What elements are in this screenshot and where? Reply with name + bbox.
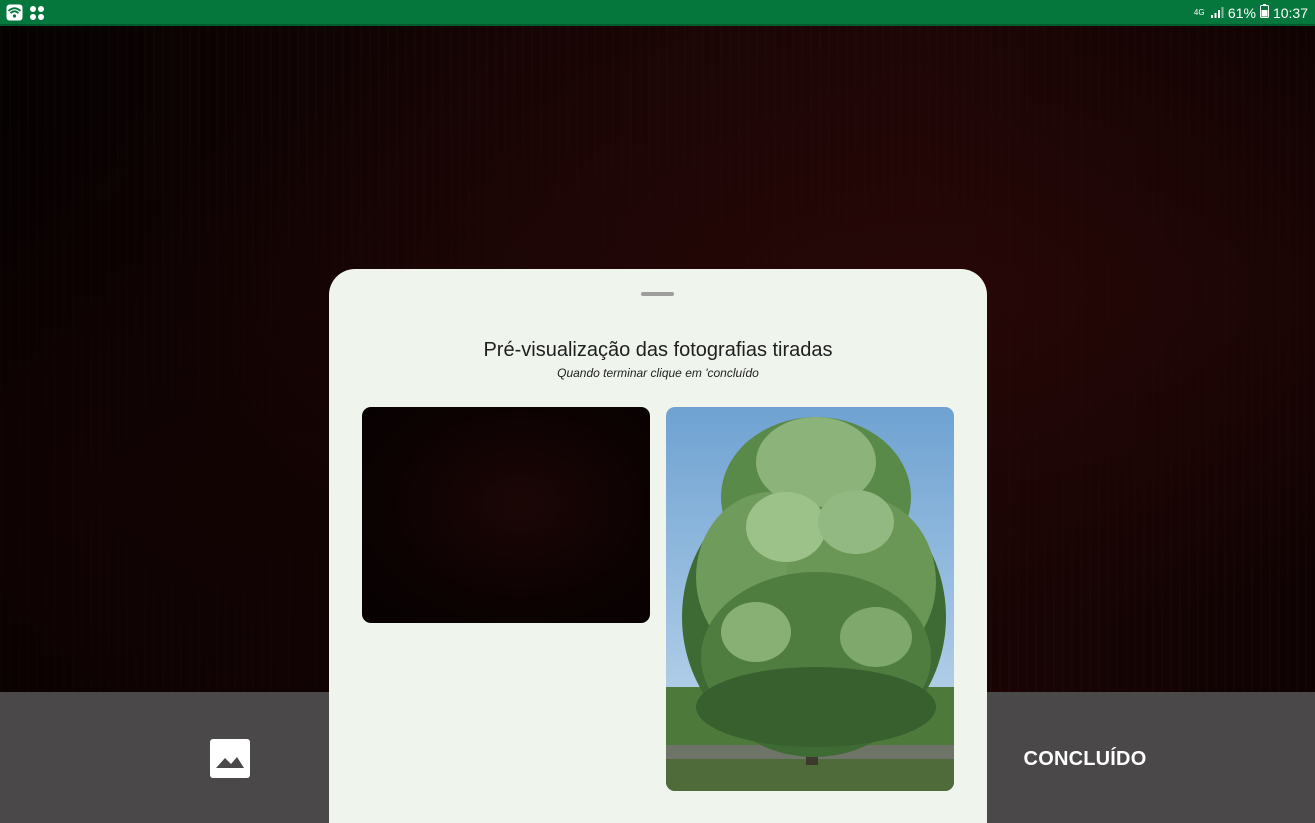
- network-label: 4G: [1193, 7, 1205, 17]
- network-4g-icon: 4G: [1193, 7, 1206, 17]
- drag-handle[interactable]: [641, 292, 674, 296]
- sheet-title: Pré-visualização das fotografias tiradas: [483, 339, 833, 361]
- photo-thumbnail-dark[interactable]: [362, 407, 650, 623]
- sheet-subtitle: Quando terminar clique em 'concluído: [557, 366, 759, 380]
- status-bar: 4G 61% 10:37: [0, 0, 1315, 26]
- battery-percent: 61%: [1227, 4, 1256, 21]
- wifi-icon: [6, 4, 23, 26]
- apps-icon: [29, 5, 45, 26]
- photo-preview-sheet: Pré-visualização das fotografias tiradas…: [329, 269, 987, 823]
- battery-icon: [1259, 4, 1269, 21]
- signal-icon: [1210, 5, 1224, 21]
- photo-thumbnail-tree[interactable]: [666, 407, 954, 791]
- gallery-button[interactable]: [210, 739, 250, 778]
- clock: 10:37: [1272, 4, 1308, 21]
- status-left: [6, 4, 45, 26]
- gallery-icon: [216, 757, 244, 768]
- status-right: 4G 61% 10:37: [1194, 4, 1308, 21]
- tree-photo-image: [666, 417, 954, 791]
- done-button[interactable]: CONCLUÍDO: [1010, 744, 1160, 774]
